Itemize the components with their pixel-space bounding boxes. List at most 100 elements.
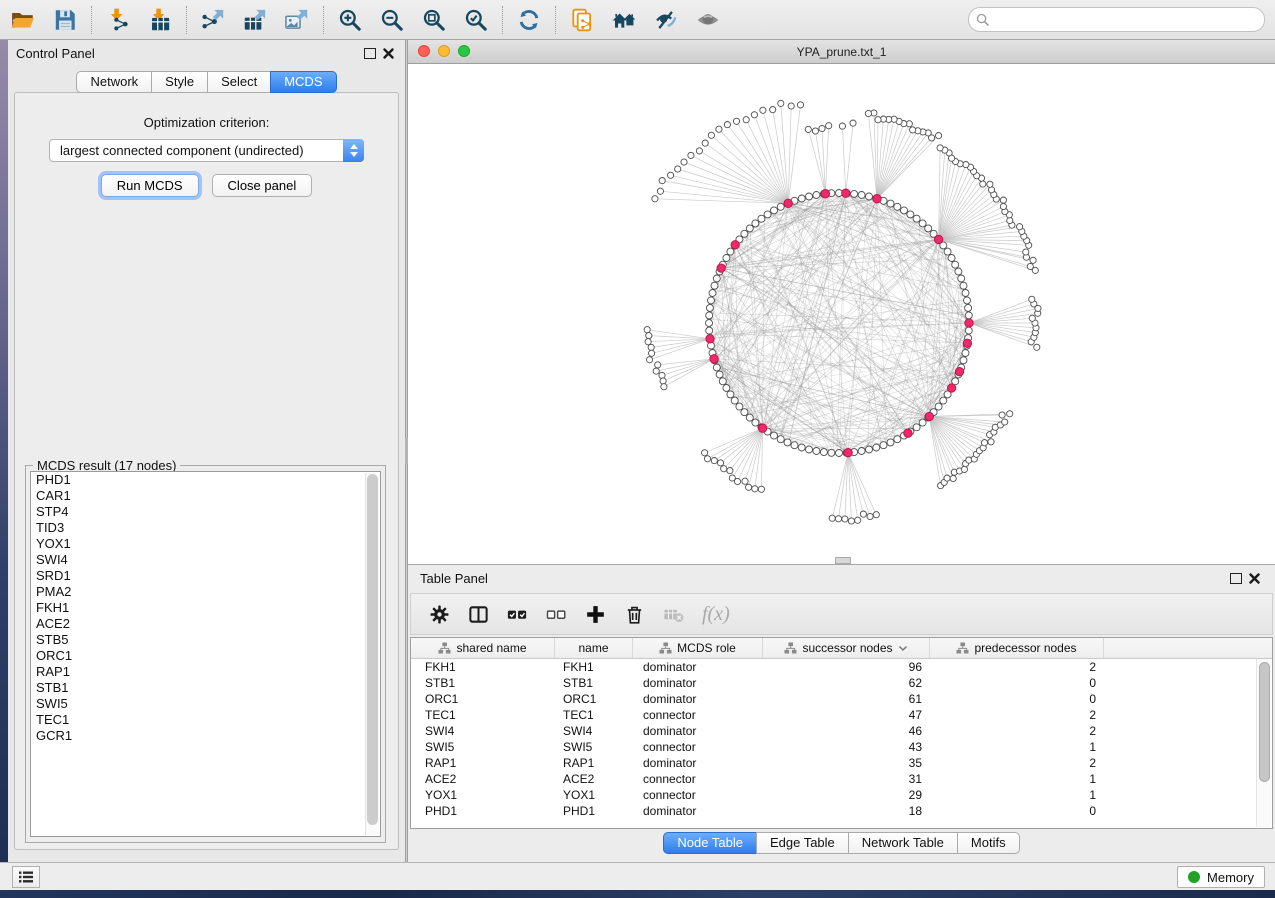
- network-canvas[interactable]: [408, 64, 1275, 560]
- table-row[interactable]: ORC1ORC1dominator610: [411, 691, 1272, 707]
- mcds-result-item[interactable]: STP4: [31, 504, 380, 520]
- search-box[interactable]: [968, 7, 1265, 32]
- table-row[interactable]: YOX1YOX1connector291: [411, 787, 1272, 803]
- sort-desc-icon: [898, 644, 908, 652]
- export-image-icon[interactable]: [284, 7, 310, 33]
- mcds-result-item[interactable]: ORC1: [31, 648, 380, 664]
- close-panel-button[interactable]: Close panel: [212, 174, 313, 197]
- close-window-icon[interactable]: [418, 45, 430, 57]
- mcds-result-item[interactable]: TID3: [31, 520, 380, 536]
- delete-column-icon[interactable]: [622, 602, 646, 626]
- control-panel-tabs: NetworkStyleSelectMCDS: [8, 71, 405, 93]
- houses-icon[interactable]: [611, 7, 637, 33]
- columns-icon[interactable]: [466, 602, 490, 626]
- mcds-list-scrollbar[interactable]: [365, 473, 379, 835]
- network-window-titlebar[interactable]: YPA_prune.txt_1: [408, 40, 1275, 64]
- mcds-result-item[interactable]: STB1: [31, 680, 380, 696]
- close-panel-icon[interactable]: [379, 44, 397, 62]
- zoom-selected-icon[interactable]: [463, 7, 489, 33]
- mcds-result-item[interactable]: RAP1: [31, 664, 380, 680]
- cell-MCDS-role: connector: [633, 772, 763, 786]
- clear-table-icon[interactable]: [661, 602, 685, 626]
- select-all-icon[interactable]: [505, 602, 529, 626]
- table-tab-edge-table[interactable]: Edge Table: [756, 832, 849, 854]
- unselect-all-icon[interactable]: [544, 602, 568, 626]
- close-table-panel-icon[interactable]: [1245, 569, 1263, 587]
- table-row[interactable]: RAP1RAP1dominator352: [411, 755, 1272, 771]
- tab-select[interactable]: Select: [207, 71, 271, 93]
- column-header-predecessor-nodes[interactable]: predecessor nodes: [930, 638, 1104, 658]
- cell-MCDS-role: dominator: [633, 692, 763, 706]
- toolbar-separator: [502, 6, 503, 34]
- mcds-result-item[interactable]: PMA2: [31, 584, 380, 600]
- export-table-icon[interactable]: [242, 7, 268, 33]
- cell-successor-nodes: 46: [763, 724, 930, 738]
- cell-name: RAP1: [555, 756, 633, 770]
- desktop-wallpaper-bottom: [0, 890, 1275, 898]
- table-tab-node-table[interactable]: Node Table: [663, 832, 757, 854]
- mcds-result-item[interactable]: ACE2: [31, 616, 380, 632]
- run-mcds-button[interactable]: Run MCDS: [101, 174, 199, 197]
- cell-successor-nodes: 31: [763, 772, 930, 786]
- settings-gear-icon[interactable]: [427, 602, 451, 626]
- mcds-result-list[interactable]: PHD1CAR1STP4TID3YOX1SWI4SRD1PMA2FKH1ACE2…: [30, 471, 381, 837]
- export-network-icon[interactable]: [200, 7, 226, 33]
- table-row[interactable]: TEC1TEC1connector472: [411, 707, 1272, 723]
- cell-shared-name: RAP1: [411, 756, 555, 770]
- eye-icon[interactable]: [695, 7, 721, 33]
- tab-mcds[interactable]: MCDS: [270, 71, 336, 93]
- node-table[interactable]: shared namenameMCDS rolesuccessor nodesp…: [410, 637, 1273, 829]
- mcds-result-item[interactable]: FKH1: [31, 600, 380, 616]
- import-network-icon[interactable]: [105, 7, 131, 33]
- open-folder-icon[interactable]: [10, 7, 36, 33]
- table-scrollbar[interactable]: [1256, 659, 1271, 827]
- import-table-icon[interactable]: [147, 7, 173, 33]
- control-panel-header: Control Panel: [8, 40, 405, 66]
- refresh-icon[interactable]: [516, 7, 542, 33]
- column-header-shared-name[interactable]: shared name: [411, 638, 555, 658]
- column-header-successor-nodes[interactable]: successor nodes: [763, 638, 930, 658]
- table-scrollbar-thumb[interactable]: [1259, 662, 1270, 782]
- add-column-icon[interactable]: [583, 602, 607, 626]
- mcds-result-item[interactable]: GCR1: [31, 728, 380, 744]
- tab-style[interactable]: Style: [151, 71, 208, 93]
- tab-network[interactable]: Network: [76, 71, 152, 93]
- maximize-window-icon[interactable]: [458, 45, 470, 57]
- cell-successor-nodes: 43: [763, 740, 930, 754]
- search-input[interactable]: [994, 12, 1257, 28]
- save-icon[interactable]: [52, 7, 78, 33]
- criterion-dropdown[interactable]: largest connected component (undirected): [49, 139, 364, 162]
- fx-formula-icon[interactable]: f(x): [702, 603, 730, 626]
- toolbar-group: [10, 7, 78, 33]
- float-table-panel-icon[interactable]: [1227, 569, 1245, 587]
- zoom-out-icon[interactable]: [379, 7, 405, 33]
- table-row[interactable]: SWI5SWI5connector431: [411, 739, 1272, 755]
- float-panel-icon[interactable]: [361, 44, 379, 62]
- zoom-fit-icon[interactable]: [421, 7, 447, 33]
- mcds-result-item[interactable]: TEC1: [31, 712, 380, 728]
- mcds-result-item[interactable]: STB5: [31, 632, 380, 648]
- zoom-in-icon[interactable]: [337, 7, 363, 33]
- table-row[interactable]: STB1STB1dominator620: [411, 675, 1272, 691]
- mcds-result-item[interactable]: YOX1: [31, 536, 380, 552]
- mcds-result-item[interactable]: CAR1: [31, 488, 380, 504]
- mcds-result-groupbox: MCDS result (17 nodes) PHD1CAR1STP4TID3Y…: [25, 465, 386, 843]
- column-header-MCDS-role[interactable]: MCDS role: [633, 638, 763, 658]
- table-row[interactable]: PHD1PHD1dominator180: [411, 803, 1272, 819]
- mcds-result-item[interactable]: SWI4: [31, 552, 380, 568]
- minimize-window-icon[interactable]: [438, 45, 450, 57]
- table-row[interactable]: FKH1FKH1dominator962: [411, 659, 1272, 675]
- memory-button[interactable]: Memory: [1177, 866, 1265, 888]
- share-document-icon[interactable]: [569, 7, 595, 33]
- mcds-result-item[interactable]: SRD1: [31, 568, 380, 584]
- table-tab-network-table[interactable]: Network Table: [848, 832, 958, 854]
- column-header-name[interactable]: name: [555, 638, 633, 658]
- mcds-result-item[interactable]: PHD1: [31, 472, 380, 488]
- vizmapper-icon[interactable]: [653, 7, 679, 33]
- horizontal-splitter-grip[interactable]: [835, 557, 851, 564]
- table-row[interactable]: SWI4SWI4dominator462: [411, 723, 1272, 739]
- table-tab-motifs[interactable]: Motifs: [957, 832, 1020, 854]
- table-row[interactable]: ACE2ACE2connector311: [411, 771, 1272, 787]
- mcds-result-item[interactable]: SWI5: [31, 696, 380, 712]
- task-history-button[interactable]: [12, 866, 40, 888]
